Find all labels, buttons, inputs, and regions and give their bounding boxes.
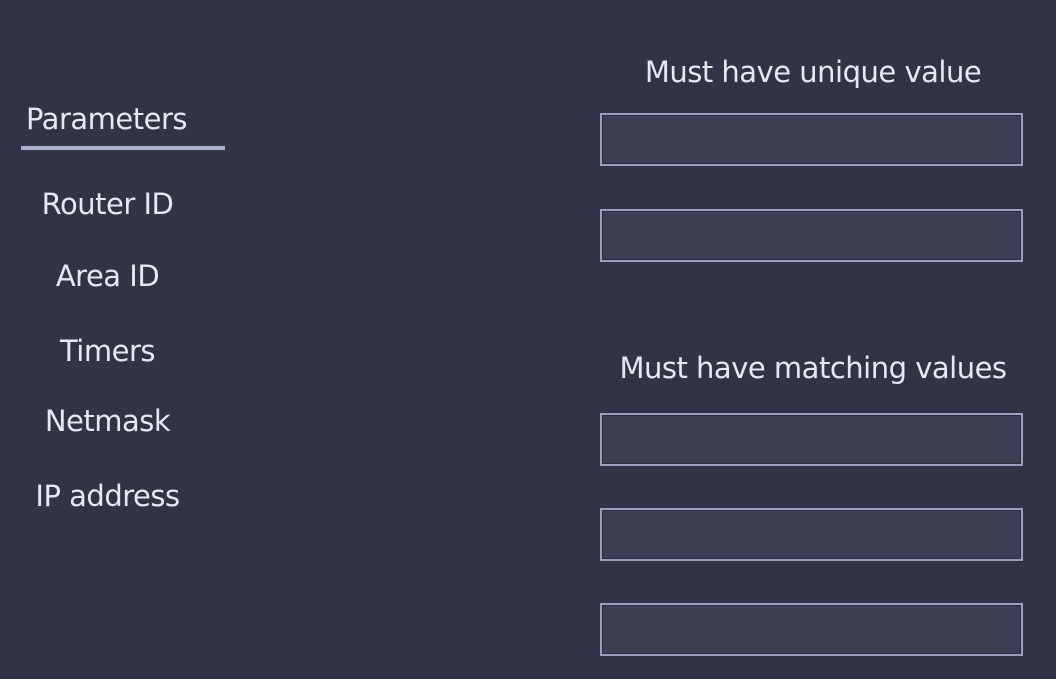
matching-values-drop-slot-2[interactable] xyxy=(600,508,1023,561)
draggable-item-timers[interactable]: Timers xyxy=(0,333,215,369)
matching-values-drop-slot-3[interactable] xyxy=(600,603,1023,656)
unique-value-drop-slot-2[interactable] xyxy=(600,209,1023,262)
draggable-item-netmask[interactable]: Netmask xyxy=(0,403,215,439)
unique-value-title: Must have unique value xyxy=(644,55,982,89)
draggable-item-router-id[interactable]: Router ID xyxy=(0,186,215,222)
unique-value-drop-slot-1[interactable] xyxy=(600,113,1023,166)
matching-values-drop-slot-1[interactable] xyxy=(600,413,1023,466)
parameters-underline xyxy=(21,146,225,150)
matching-values-title: Must have matching values xyxy=(619,351,1007,385)
draggable-item-area-id[interactable]: Area ID xyxy=(0,258,215,294)
parameters-header: Parameters xyxy=(26,102,188,136)
draggable-item-ip-address[interactable]: IP address xyxy=(0,478,215,514)
